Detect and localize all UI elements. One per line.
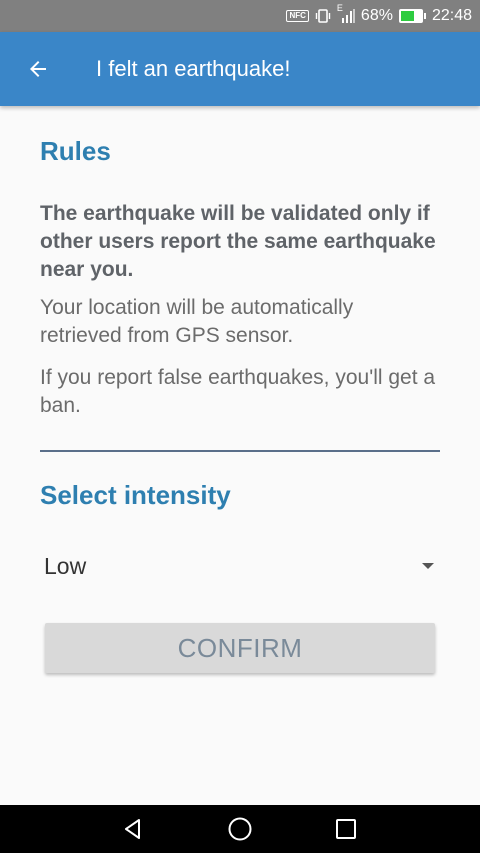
screen: NFC E 68% 22:48 I felt an earthquake! Ru… (0, 0, 480, 853)
status-bar: NFC E 68% 22:48 (0, 0, 480, 32)
nfc-icon: NFC (286, 10, 309, 22)
battery-body (398, 9, 423, 23)
app-bar: I felt an earthquake! (0, 32, 480, 106)
nav-back-button[interactable] (103, 805, 163, 853)
intensity-dropdown[interactable]: Low (44, 546, 440, 586)
battery-fill (400, 11, 414, 21)
network-type-label: E (336, 3, 343, 13)
back-button[interactable] (18, 52, 58, 86)
location-notice: Your location will be automatically retr… (40, 296, 354, 347)
square-recents-icon (336, 819, 356, 839)
divider (40, 450, 440, 452)
rules-title: Rules (40, 136, 111, 166)
nav-home-button[interactable] (210, 805, 270, 853)
nfc-label: NFC (286, 10, 309, 22)
battery-icon (398, 9, 426, 23)
battery-tip (423, 13, 426, 19)
ban-notice: If you report false earthquakes, you'll … (40, 366, 436, 417)
circle-home-icon (228, 817, 252, 841)
page-title: I felt an earthquake! (96, 56, 291, 81)
triangle-back-icon (125, 819, 140, 839)
signal-icon: E (337, 3, 355, 24)
battery-percent: 68% (360, 7, 393, 24)
dropdown-arrow-icon (422, 563, 434, 569)
navigation-bar (0, 805, 480, 853)
arrow-left-icon (30, 61, 46, 77)
nav-recents-button[interactable] (316, 805, 376, 853)
validation-notice: The earthquake will be validated only if… (40, 202, 436, 281)
status-icons: NFC E 68% 22:48 (286, 0, 472, 32)
intensity-selected-value: Low (44, 552, 87, 579)
clock: 22:48 (431, 7, 472, 24)
confirm-button[interactable]: CONFIRM (45, 623, 435, 673)
intensity-title: Select intensity (40, 480, 231, 510)
vibrate-icon (315, 8, 331, 24)
